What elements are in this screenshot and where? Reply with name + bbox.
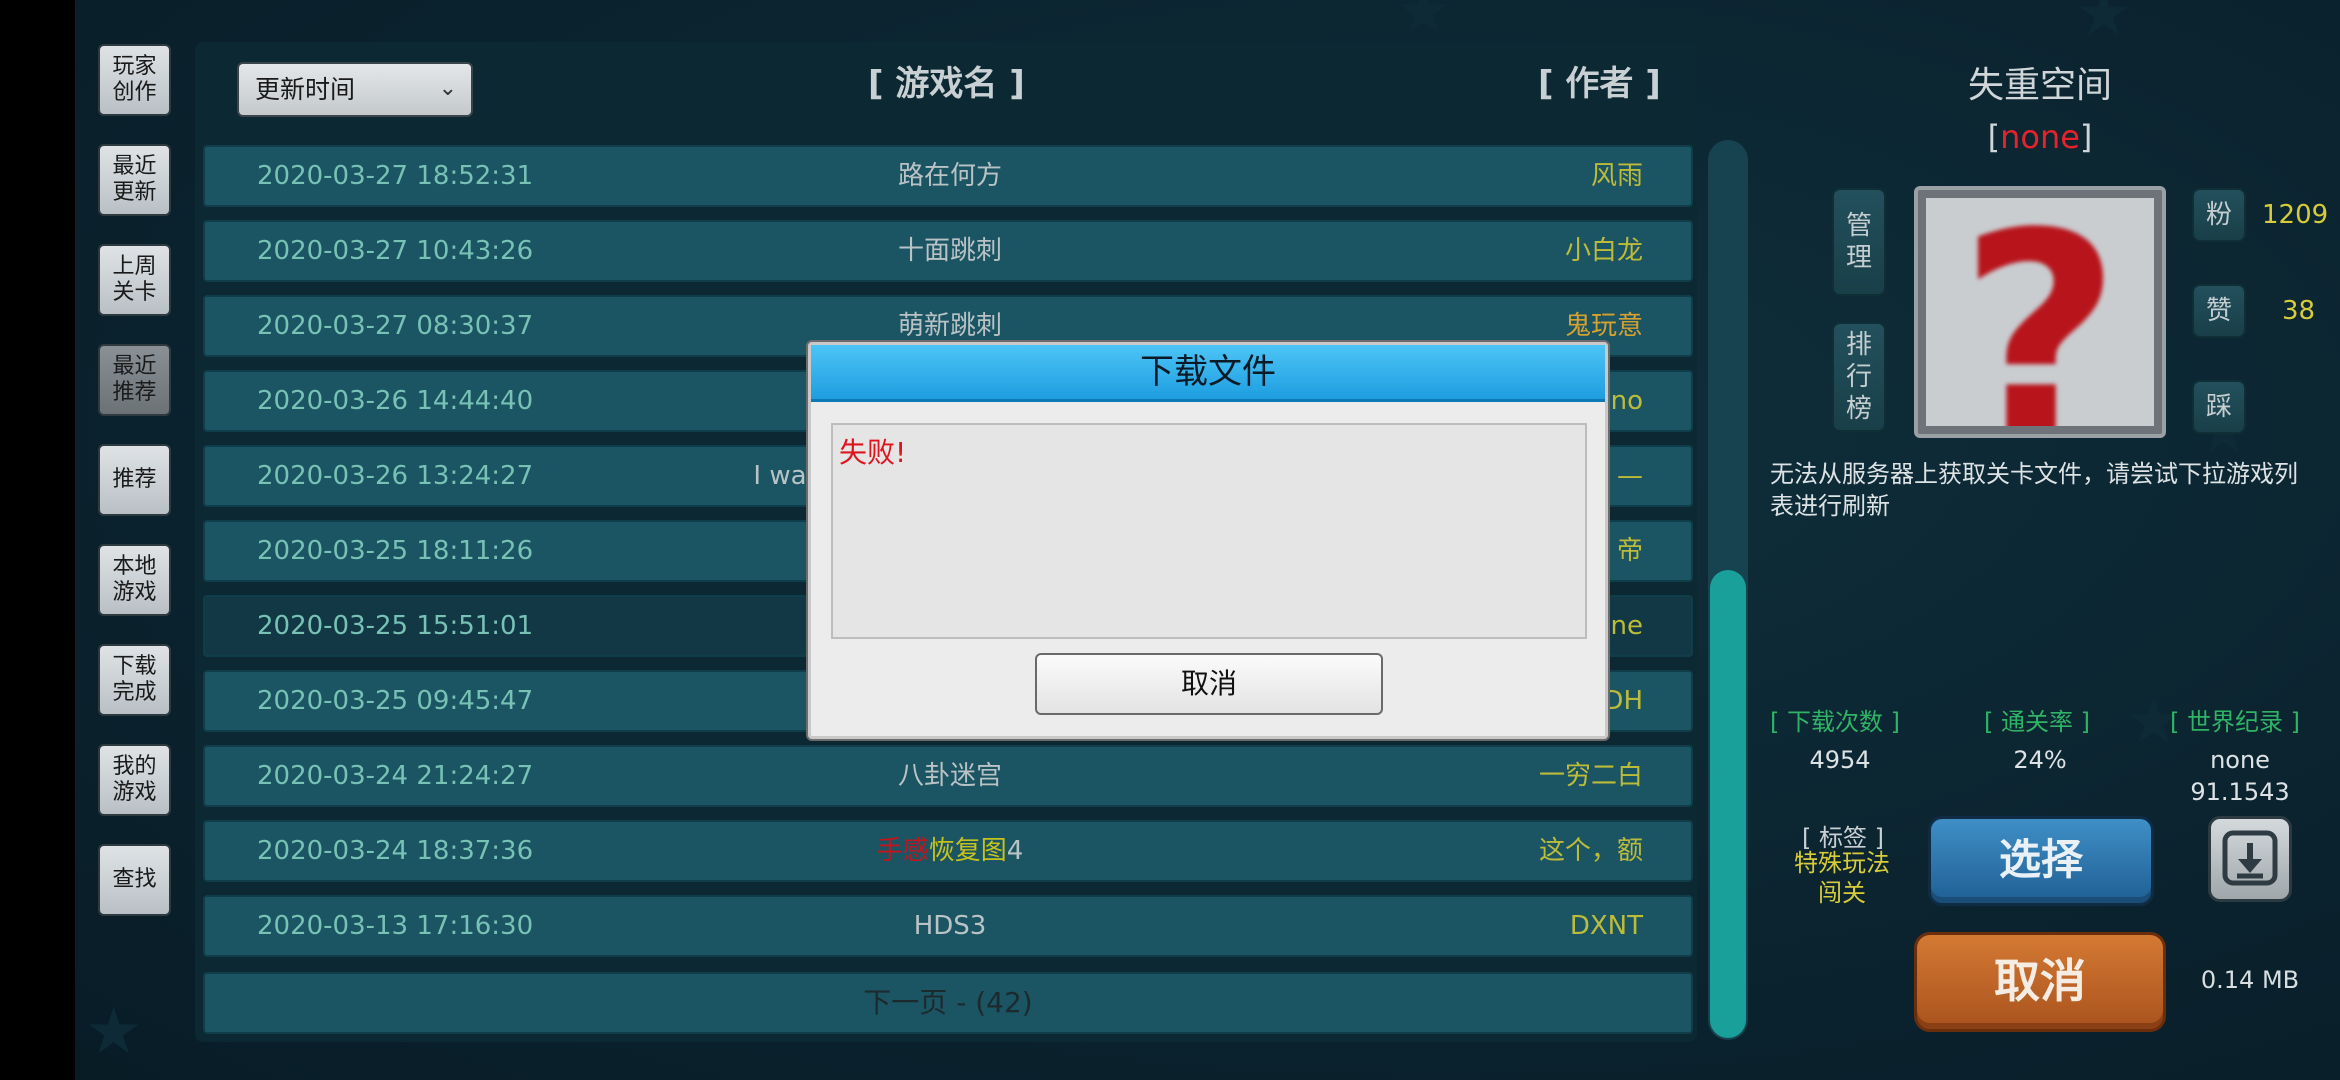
level-title: 失重空间 (1967, 65, 2112, 106)
row-game-name: 十面跳刺 (897, 236, 1002, 266)
next-page-button[interactable]: 下一页 - (42) (203, 972, 1693, 1034)
row-game-name-part: 4 (1006, 836, 1024, 866)
row-author: DXNT (1569, 911, 1643, 941)
fans-button[interactable]: 粉 (2192, 188, 2246, 242)
sidebar-item-last-week[interactable]: 上周 关卡 (98, 244, 171, 316)
column-header-name: [ 游戏名 ] (868, 64, 1025, 104)
dialog-title: 下载文件 (811, 345, 1605, 402)
ranking-button[interactable]: 排 行 榜 (1832, 322, 1886, 432)
column-header-author: [ 作者 ] (1538, 64, 1661, 104)
scrollbar-thumb[interactable] (1710, 570, 1746, 1038)
file-size: 0.14 MB (2200, 966, 2300, 994)
sidebar-item-recent-updates[interactable]: 最近 更新 (98, 144, 171, 216)
row-author: 小白龙 (1564, 236, 1643, 266)
level-subtitle: [none] (1850, 118, 2230, 156)
sidebar-item-local-games[interactable]: 本地 游戏 (98, 544, 171, 616)
star-decoration: ★ (85, 995, 143, 1069)
table-row[interactable]: 2020-03-24 18:37:36 手感恢复图4 这个，额 (203, 820, 1693, 882)
row-author: 这个，额 (1538, 836, 1643, 866)
table-row[interactable]: 2020-03-24 21:24:27 八卦迷宫 一穷二白 (203, 745, 1693, 807)
download-icon (2222, 830, 2278, 886)
sidebar-item-downloaded[interactable]: 下载 完成 (98, 644, 171, 716)
downloads-value: 4954 (1809, 746, 1871, 774)
thumbnail-frame: ? (1926, 198, 2154, 426)
sidebar-item-search[interactable]: 查找 (98, 844, 171, 916)
manage-button[interactable]: 管 理 (1832, 188, 1886, 296)
bracket-open: [ (1987, 118, 2001, 156)
star-decoration: ★ (1755, 555, 1813, 629)
dialog-cancel-button[interactable]: 取消 (1035, 653, 1383, 715)
row-date: 2020-03-25 15:51:01 (257, 611, 534, 641)
row-game-name-part: 恢复图 (928, 836, 1007, 866)
like-button[interactable]: 赞 (2192, 284, 2246, 338)
sidebar-item-my-games[interactable]: 我的 游戏 (98, 744, 171, 816)
chevron-down-icon: ⌄ (438, 76, 457, 101)
row-game-name: HDS3 (913, 911, 987, 941)
table-row[interactable]: 2020-03-27 18:52:31 路在何方 风雨 (203, 145, 1693, 207)
question-mark-icon: ? (1958, 198, 2122, 426)
download-button[interactable] (2208, 816, 2292, 902)
bracket-close: ] (2079, 118, 2093, 156)
sidebar-item-player-creations[interactable]: 玩家 创作 (98, 44, 171, 116)
world-record-holder: none (2210, 746, 2270, 774)
row-game-name: 路在何方 (897, 161, 1002, 191)
dislike-button[interactable]: 踩 (2192, 380, 2246, 434)
row-date: 2020-03-25 09:45:47 (257, 686, 534, 716)
error-note: 无法从服务器上获取关卡文件，请尝试下拉游戏列表进行刷新 (1770, 460, 2298, 520)
clear-rate-label: [ 通关率 ] (1984, 708, 2090, 736)
dialog-message-box: 失败! (831, 423, 1587, 639)
fans-count: 1209 (2262, 200, 2329, 230)
row-author: 帝 (1616, 536, 1643, 566)
row-author: 风雨 (1590, 161, 1643, 191)
row-author: 一穷二白 (1538, 761, 1643, 791)
like-count: 38 (2282, 296, 2316, 326)
row-author: ne (1610, 611, 1643, 641)
row-game-name: 八卦迷宫 (897, 761, 1002, 791)
table-row[interactable]: 2020-03-27 10:43:26 十面跳刺 小白龙 (203, 220, 1693, 282)
star-decoration: ★ (1395, 0, 1453, 49)
row-author: — (1617, 461, 1643, 491)
clear-rate-value: 24% (2013, 746, 2067, 774)
row-author: DH (1603, 686, 1643, 716)
tag-values: 特殊玩法 闯关 (1794, 849, 1890, 907)
downloads-label: [ 下载次数 ] (1770, 708, 1900, 736)
row-author: no (1610, 386, 1643, 416)
sort-dropdown[interactable]: 更新时间 ⌄ (237, 62, 473, 117)
cancel-button[interactable]: 取消 (1914, 932, 2166, 1032)
row-game-name: 手感恢复图4 (205, 822, 1695, 880)
level-subtitle-value: none (2000, 118, 2080, 156)
star-decoration: ★ (2075, 0, 2133, 51)
level-thumbnail: ? (1914, 186, 2166, 438)
sort-dropdown-value: 更新时间 (255, 75, 356, 104)
dialog-message: 失败! (839, 436, 907, 469)
row-game-name-part: 手感 (876, 836, 929, 866)
row-date: 2020-03-25 18:11:26 (257, 536, 534, 566)
table-row[interactable]: 2020-03-13 17:16:30 HDS3 DXNT (203, 895, 1693, 957)
download-dialog: 下载文件 失败! 取消 (808, 342, 1608, 739)
world-record-label: [ 世界纪录 ] (2170, 708, 2300, 736)
world-record-time: 91.1543 (2190, 778, 2290, 806)
select-button[interactable]: 选择 (1928, 816, 2154, 906)
